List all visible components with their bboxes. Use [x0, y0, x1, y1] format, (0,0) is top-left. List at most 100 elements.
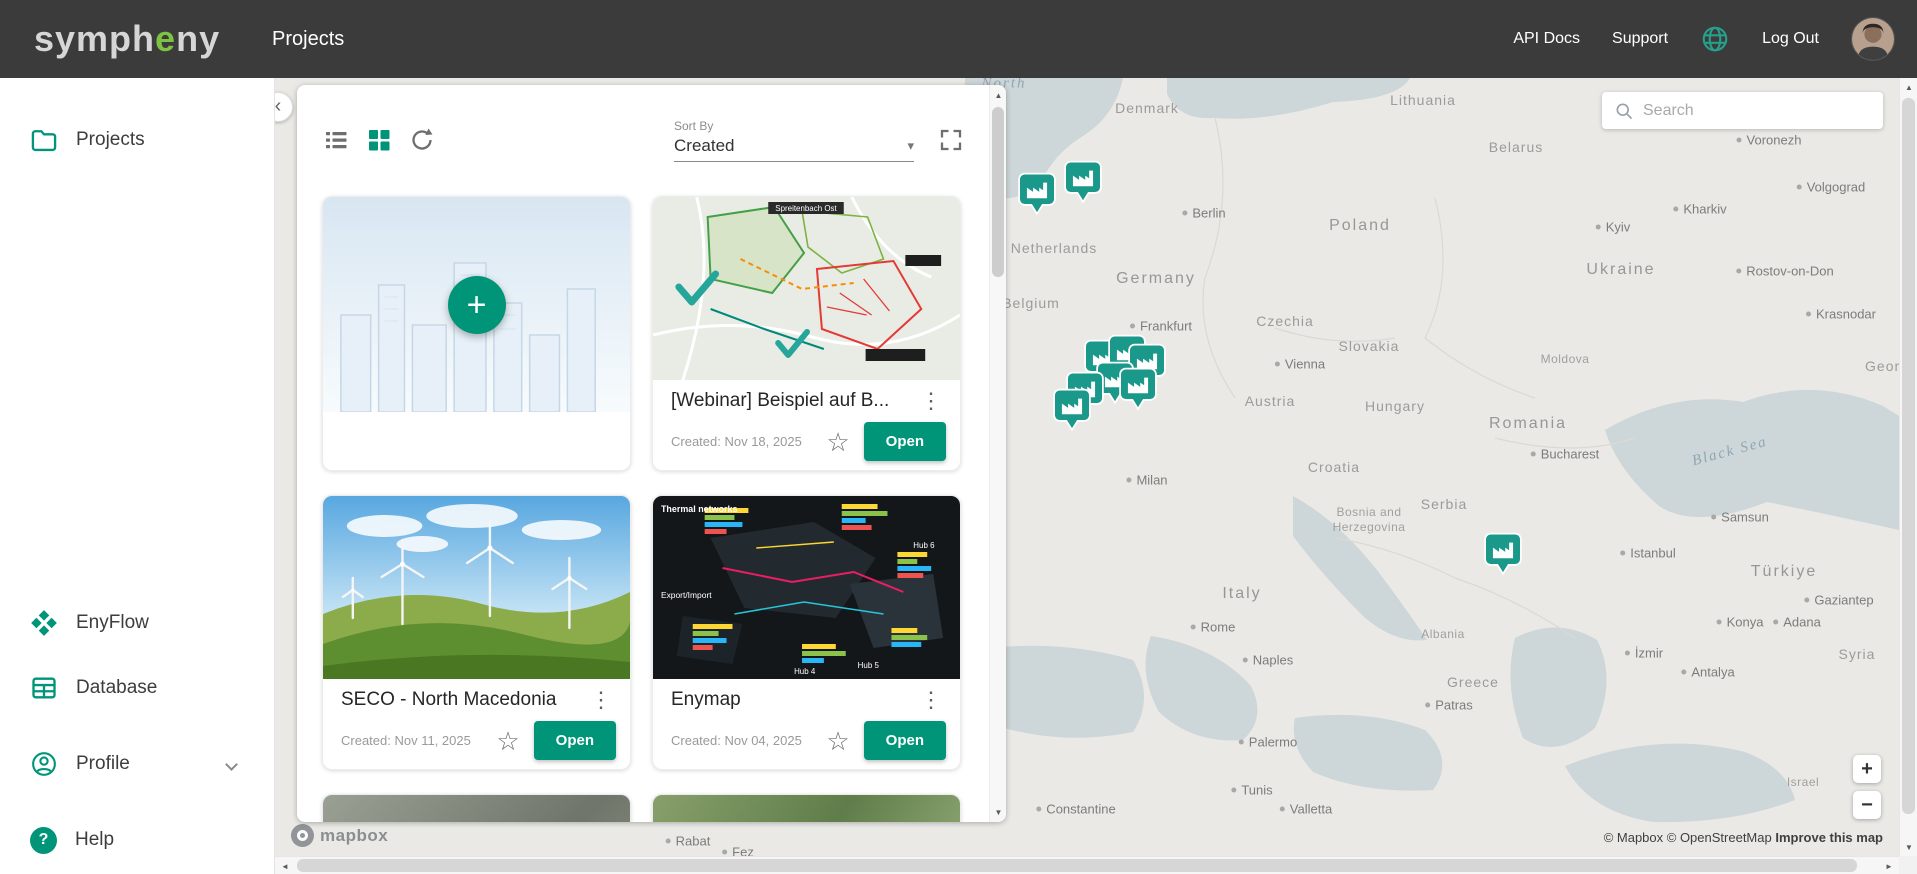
project-thumbnail: Thermal networks Export/Import Hub 6 Hub…: [653, 496, 960, 679]
open-button[interactable]: Open: [864, 721, 946, 760]
support-link[interactable]: Support: [1612, 30, 1668, 48]
page-horizontal-scrollbar[interactable]: ◄ ►: [275, 856, 1899, 874]
kebab-menu-button[interactable]: ⋮: [910, 689, 952, 711]
scrollbar-thumb[interactable]: [297, 859, 1857, 872]
log-out-link[interactable]: Log Out: [1762, 30, 1819, 48]
scrollbar-thumb[interactable]: [1902, 98, 1915, 814]
folder-icon: [30, 126, 58, 154]
thumbnail-legend: Thermal networks: [661, 504, 738, 514]
zoom-in-button[interactable]: +: [1853, 755, 1881, 783]
top-bar: sympheny Projects API Docs Support Log O…: [0, 0, 1917, 78]
logo-text: symph: [34, 18, 155, 59]
panel-scrollbar[interactable]: ▲ ▼: [989, 85, 1006, 822]
sidebar-item-projects[interactable]: Projects: [0, 118, 274, 162]
zoom-out-button[interactable]: −: [1853, 791, 1881, 819]
sidebar-item-profile[interactable]: Profile: [0, 742, 274, 786]
project-title: [Webinar] Beispiel auf B...: [671, 390, 910, 412]
project-card[interactable]: SECO - North Macedonia ⋮ Created: Nov 11…: [322, 495, 631, 770]
sidebar-label-profile: Profile: [76, 753, 130, 775]
sidebar-label-projects: Projects: [76, 129, 145, 151]
scroll-down-arrow[interactable]: ▼: [990, 804, 1006, 820]
project-thumbnail: [653, 795, 960, 822]
star-icon[interactable]: ☆: [496, 728, 519, 754]
created-date: Created: Nov 18, 2025: [671, 434, 826, 449]
scroll-up-arrow[interactable]: ▲: [1900, 79, 1917, 95]
map-pin[interactable]: [1053, 387, 1091, 432]
sympheny-logo: sympheny: [34, 21, 220, 57]
thumbnail-hub-label: Hub 6: [913, 541, 935, 550]
project-card[interactable]: Thermal networks Export/Import Hub 6 Hub…: [652, 495, 961, 770]
kebab-menu-button[interactable]: ⋮: [580, 689, 622, 711]
thumbnail-hub-label: Hub 5: [858, 661, 880, 670]
map-search-box: [1602, 92, 1883, 129]
map-pin[interactable]: [1484, 531, 1522, 576]
mapbox-logo[interactable]: mapbox: [291, 824, 388, 847]
refresh-button[interactable]: [409, 127, 435, 153]
fullscreen-button[interactable]: [938, 127, 964, 153]
open-button[interactable]: Open: [864, 422, 946, 461]
database-icon: [30, 674, 58, 702]
project-title: Enymap: [671, 689, 910, 711]
scrollbar-corner: [1899, 856, 1917, 874]
scrollbar-thumb[interactable]: [992, 107, 1004, 277]
project-thumbnail: [323, 795, 630, 822]
profile-icon: [30, 750, 58, 778]
scroll-left-arrow[interactable]: ◄: [277, 857, 293, 874]
scroll-down-arrow[interactable]: ▼: [1900, 839, 1917, 855]
project-thumbnail: Spreitenbach Ost: [653, 197, 960, 380]
map-pin[interactable]: [1064, 159, 1102, 204]
thumbnail-label: Spreitenbach Ost: [775, 204, 837, 213]
sidebar-label-help: Help: [75, 829, 114, 851]
sort-by-dropdown[interactable]: Sort By Created ▾: [674, 119, 914, 162]
scroll-up-arrow[interactable]: ▲: [990, 87, 1006, 103]
language-globe-icon[interactable]: [1700, 24, 1730, 54]
star-icon[interactable]: ☆: [826, 728, 849, 754]
thumbnail-legend: Export/Import: [661, 590, 712, 600]
enyflow-icon: [30, 609, 58, 637]
project-thumbnail: [323, 496, 630, 679]
project-cards-grid: + Spreitenbach Ost: [322, 196, 961, 822]
new-project-thumbnail: +: [323, 197, 630, 412]
created-date: Created: Nov 11, 2025: [341, 733, 496, 748]
api-docs-link[interactable]: API Docs: [1513, 30, 1580, 48]
improve-map-link[interactable]: Improve this map: [1775, 830, 1883, 845]
project-card[interactable]: [652, 794, 961, 822]
sidebar-item-enyflow[interactable]: EnyFlow: [0, 601, 274, 645]
sidebar-label-database: Database: [76, 677, 157, 699]
sort-by-label: Sort By: [674, 119, 914, 133]
created-date: Created: Nov 04, 2025: [671, 733, 826, 748]
star-icon[interactable]: ☆: [826, 429, 849, 455]
mapbox-wordmark: mapbox: [320, 826, 388, 846]
sidebar-label-enyflow: EnyFlow: [76, 612, 149, 634]
add-project-button[interactable]: +: [448, 276, 506, 334]
grid-view-button[interactable]: [366, 127, 392, 153]
chevron-down-icon: [225, 758, 238, 771]
attribution-text: © Mapbox © OpenStreetMap: [1604, 830, 1772, 845]
question-mark: ?: [39, 831, 49, 849]
page-vertical-scrollbar[interactable]: ▲ ▼: [1899, 78, 1917, 856]
panel-toolbar: Sort By Created ▾: [323, 107, 964, 173]
sidebar-item-database[interactable]: Database: [0, 666, 274, 710]
sidebar-item-help[interactable]: ? Help: [0, 818, 274, 862]
header-nav: API Docs Support Log Out: [1513, 17, 1895, 61]
sidebar: Projects EnyFlow Database Profile ? Help: [0, 78, 275, 874]
list-view-button[interactable]: [323, 127, 349, 153]
open-button[interactable]: Open: [534, 721, 616, 760]
sort-by-value: Created: [674, 136, 734, 156]
search-input[interactable]: [1643, 102, 1871, 120]
project-card[interactable]: [322, 794, 631, 822]
project-card[interactable]: Spreitenbach Ost [Webinar] Beispiel auf …: [652, 196, 961, 471]
scroll-right-arrow[interactable]: ►: [1881, 857, 1897, 874]
logo-text-end: ny: [176, 18, 220, 59]
page-title: Projects: [272, 28, 344, 51]
map-pin[interactable]: [1018, 171, 1056, 216]
new-project-card[interactable]: +: [322, 196, 631, 471]
mapbox-icon: [291, 824, 314, 847]
project-title: SECO - North Macedonia: [341, 689, 580, 711]
map-pin[interactable]: [1119, 366, 1157, 411]
user-avatar[interactable]: [1851, 17, 1895, 61]
kebab-menu-button[interactable]: ⋮: [910, 390, 952, 412]
search-icon: [1614, 101, 1634, 121]
map-attribution: © Mapbox © OpenStreetMap Improve this ma…: [1604, 830, 1883, 845]
logo-accent-letter: e: [155, 18, 176, 59]
